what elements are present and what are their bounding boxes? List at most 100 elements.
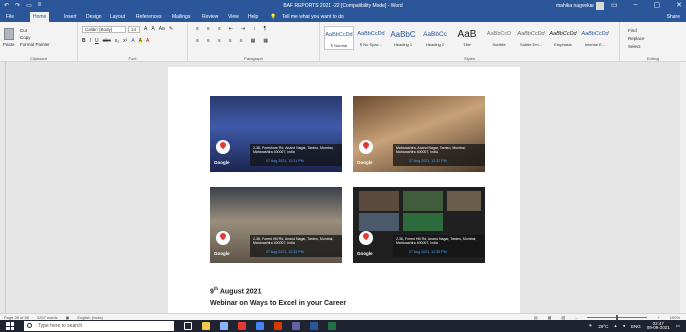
style-heading-2[interactable]: AaBbCc Heading 2	[420, 26, 450, 50]
language-indicator[interactable]: ENG	[631, 324, 641, 329]
style-sample: AaBbC	[390, 30, 416, 39]
teams-icon[interactable]	[292, 322, 300, 330]
style-subtitle[interactable]: AaBbCcD Subtitle	[484, 26, 514, 50]
weather-icon[interactable]: ☀	[588, 323, 592, 329]
clear-format-button[interactable]: ✎	[169, 26, 173, 32]
share-button[interactable]: Share	[667, 14, 680, 20]
justify-button[interactable]: ≡	[229, 38, 232, 44]
webinar-heading[interactable]: Webinar on Ways to Excel in your Career	[210, 300, 346, 307]
strikethrough-button[interactable]: abc	[103, 38, 111, 44]
clock[interactable]: 02:47 09-09-2021	[647, 321, 670, 330]
shading-button[interactable]: ▦	[251, 38, 256, 44]
user-name[interactable]: mahika nagvekar	[556, 3, 594, 9]
multilevel-button[interactable]: ≡	[218, 26, 221, 32]
bold-button[interactable]: B	[82, 38, 86, 44]
style-sample: AaBbCcDd	[357, 31, 385, 37]
powerpoint-icon[interactable]	[274, 322, 282, 330]
change-case-button[interactable]: Aa	[159, 26, 165, 32]
word-icon[interactable]	[310, 322, 318, 330]
italic-button[interactable]: I	[90, 38, 91, 44]
volume-icon[interactable]: ◂	[623, 323, 625, 329]
paragraph-label: Paragraph	[244, 56, 263, 61]
geotag-photo[interactable]: 2-38, Forest Hill Rd, Anand Nagar, Tarde…	[210, 187, 342, 263]
subscript-button[interactable]: x₂	[115, 38, 119, 44]
geo-caption: 2-38, Forest Hill Rd, Anand Nagar, Tarde…	[250, 235, 342, 257]
maximize-icon[interactable]: ▢	[654, 1, 661, 9]
font-color-button[interactable]: A	[146, 38, 149, 44]
superscript-button[interactable]: x²	[123, 38, 127, 44]
style-intense-emphasis[interactable]: AaBbCcDd Intense E...	[580, 26, 610, 50]
style-name: ¶ Normal	[330, 43, 348, 48]
increase-indent-button[interactable]: ⇥	[241, 26, 245, 32]
ribbon-display-icon[interactable]: ▭	[611, 1, 618, 9]
tab-references[interactable]: References	[136, 14, 162, 20]
style-no-spacing[interactable]: AaBbCcDd ¶ No Spac...	[356, 26, 386, 50]
clipboard-icon[interactable]	[4, 28, 14, 40]
center-button[interactable]: ≡	[207, 38, 210, 44]
vertical-scrollbar[interactable]	[680, 62, 686, 313]
align-left-button[interactable]: ≡	[196, 38, 199, 44]
windows-start-icon[interactable]	[6, 322, 14, 330]
task-view-icon[interactable]	[184, 322, 192, 330]
tab-review[interactable]: Review	[202, 14, 218, 20]
store-icon[interactable]	[238, 322, 246, 330]
avatar[interactable]	[596, 2, 604, 10]
shrink-font-button[interactable]: A	[151, 26, 154, 32]
excel-icon[interactable]	[328, 322, 336, 330]
sort-button[interactable]: ↕	[253, 26, 256, 32]
line-spacing-button[interactable]: ≡	[240, 38, 243, 44]
numbering-button[interactable]: ≡	[207, 26, 210, 32]
minimize-icon[interactable]: –	[634, 1, 638, 9]
geotag-photo[interactable]: 2-38, Foreshore Rd, Anand Nagar, Tardeo,…	[210, 96, 342, 172]
tab-view[interactable]: View	[228, 14, 239, 20]
zoom-slider[interactable]	[587, 315, 648, 320]
borders-button[interactable]: ▦	[263, 38, 268, 44]
show-marks-button[interactable]: ¶	[264, 26, 267, 32]
event-date[interactable]: 9th August 2021	[210, 286, 261, 295]
bullets-button[interactable]: ≡	[196, 26, 199, 32]
grow-font-button[interactable]: A	[144, 26, 147, 32]
tab-home[interactable]: Home	[30, 12, 50, 22]
tab-insert[interactable]: Insert	[64, 14, 77, 20]
font-size-select[interactable]: 14	[128, 26, 140, 33]
edge-icon[interactable]	[220, 322, 228, 330]
file-explorer-icon[interactable]	[202, 322, 210, 330]
style-title[interactable]: AaB Title	[452, 26, 482, 50]
tab-layout[interactable]: Layout	[110, 14, 125, 20]
highlight-button[interactable]: A	[138, 38, 143, 44]
style-subtle-emphasis[interactable]: AaBbCcDd Subtle Em...	[516, 26, 546, 50]
style-emphasis[interactable]: AaBbCcDd Emphasis	[548, 26, 578, 50]
style-normal[interactable]: AaBbCcDd ¶ Normal	[324, 26, 354, 50]
network-icon[interactable]: ▴	[614, 323, 616, 329]
close-icon[interactable]: ✕	[676, 1, 682, 9]
tell-me-search[interactable]: Tell me what you want to do	[282, 14, 344, 20]
align-right-button[interactable]: ≡	[218, 38, 221, 44]
cut-button[interactable]: Cut	[20, 28, 27, 33]
clipboard-label: Clipboard	[29, 56, 48, 61]
copy-button[interactable]: Copy	[20, 35, 31, 40]
paste-button[interactable]: Paste	[3, 42, 15, 47]
style-heading-1[interactable]: AaBbC Heading 1	[388, 26, 418, 50]
clipboard-group: Paste Cut Copy Format Painter Clipboard	[0, 22, 78, 62]
text-effects-button[interactable]: A	[131, 38, 134, 44]
font-family-select[interactable]: Calibri (Body)	[82, 26, 126, 33]
weather-temp[interactable]: 29°C	[598, 324, 608, 329]
geotag-photo[interactable]: Maharashtra, Anand Nagar, Tardeo, Mumbai…	[353, 96, 485, 172]
video-tile	[447, 191, 481, 211]
select-button[interactable]: Select	[628, 44, 641, 49]
tab-mailings[interactable]: Mailings	[172, 14, 190, 20]
chrome-icon[interactable]	[256, 322, 264, 330]
format-painter-button[interactable]: Format Painter	[20, 42, 50, 47]
date-rest: August 2021	[218, 288, 262, 296]
taskbar-search[interactable]: Type here to search	[24, 321, 174, 331]
find-button[interactable]: Find	[628, 28, 637, 33]
tab-design[interactable]: Design	[86, 14, 102, 20]
tab-help[interactable]: Help	[248, 14, 258, 20]
style-sample: AaBbCcDd	[325, 32, 353, 38]
decrease-indent-button[interactable]: ⇤	[229, 26, 233, 32]
underline-button[interactable]: U	[95, 38, 99, 44]
geotag-photo[interactable]: 2-38, Forest Hill Rd, Anand Nagar, Tarde…	[353, 187, 485, 263]
tab-file[interactable]: File	[6, 14, 14, 20]
replace-button[interactable]: Replace	[628, 36, 645, 41]
notifications-icon[interactable]: ▭	[676, 323, 680, 329]
